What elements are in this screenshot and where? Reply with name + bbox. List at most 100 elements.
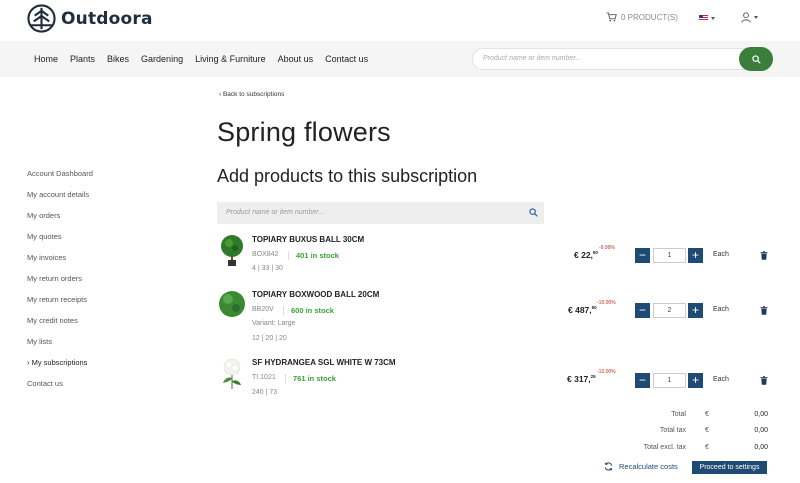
product-search-input[interactable]: Product name or item number... [217, 202, 544, 224]
total-excl-tax-value: 0,00 [754, 444, 768, 451]
discount-badge: -10.00% [597, 369, 616, 375]
product-row: SF HYDRANGEA SGL WHITE W 73CM TI.1021 76… [217, 356, 777, 416]
page-title: Spring flowers [217, 117, 391, 147]
product-price: € 22,50 [574, 250, 598, 260]
us-flag-icon [699, 15, 708, 21]
cart-icon [606, 12, 617, 22]
stock-status: 401 in stock [288, 251, 339, 260]
brand-name: Outdoora [61, 8, 153, 29]
sidebar-item-account-dashboard[interactable]: Account Dashboard [27, 168, 93, 189]
total-tax-label: Total tax [659, 427, 686, 434]
chevron-down-icon [711, 16, 715, 20]
boxwood-ball-product-image[interactable] [217, 288, 247, 322]
total-tax-currency: € [705, 427, 709, 434]
total-tax-value: 0,00 [754, 427, 768, 434]
product-sku: BB20V [252, 306, 274, 313]
price-cents: 50 [592, 250, 598, 255]
discount-badge: -9.99% [599, 245, 615, 251]
trash-icon[interactable] [760, 251, 768, 260]
product-price: € 487,50 [568, 305, 597, 315]
sidebar-item-orders[interactable]: My orders [27, 210, 93, 231]
sidebar-item-return-orders[interactable]: My return orders [27, 273, 93, 294]
sidebar-item-return-receipts[interactable]: My return receipts [27, 294, 93, 315]
header-search-placeholder: Product name or item number... [483, 55, 582, 62]
refresh-icon [604, 462, 613, 471]
back-to-subscriptions-link[interactable]: ‹ Back to subscriptions [219, 91, 284, 98]
nav-item-bikes[interactable]: Bikes [107, 54, 129, 64]
brand-logo[interactable]: Outdoora [27, 4, 153, 33]
product-search-placeholder: Product name or item number... [226, 209, 325, 216]
product-sku: TI.1021 [252, 374, 276, 381]
hydrangea-product-image[interactable] [217, 356, 247, 390]
top-bar: Outdoora 0 PRODUCT(S) [0, 0, 800, 41]
unit-label: Each [713, 251, 729, 258]
price-main: € 487, [568, 305, 592, 315]
quantity-decrease-button[interactable]: − [635, 373, 650, 388]
sidebar-item-account-details[interactable]: My account details [27, 189, 93, 210]
product-dimensions: 4 | 33 | 30 [252, 265, 283, 272]
quantity-decrease-button[interactable]: − [635, 248, 650, 263]
discount-badge: -10.00% [597, 300, 616, 306]
tree-logo-icon [27, 4, 56, 33]
product-price: € 317,25 [567, 374, 596, 384]
sidebar-item-credit-notes[interactable]: My credit notes [27, 315, 93, 336]
sidebar-item-invoices[interactable]: My invoices [27, 252, 93, 273]
total-value: 0,00 [754, 411, 768, 418]
trash-icon[interactable] [760, 376, 768, 385]
user-icon [741, 12, 751, 23]
price-main: € 317, [567, 374, 591, 384]
nav-item-about-us[interactable]: About us [278, 54, 314, 64]
quantity-increase-button[interactable]: + [688, 373, 703, 388]
sidebar-item-lists[interactable]: My lists [27, 336, 93, 357]
unit-label: Each [713, 306, 729, 313]
cart-count-label: 0 PRODUCT(S) [621, 12, 678, 22]
product-row: TOPIARY BUXUS BALL 30CM BOX842 401 in st… [217, 233, 777, 293]
product-dimensions: 12 | 20 | 20 [252, 335, 287, 342]
total-label: Total [671, 411, 686, 418]
header-search-input[interactable]: Product name or item number... [472, 48, 771, 70]
topiary-ball-product-image[interactable] [217, 233, 247, 267]
unit-label: Each [713, 376, 729, 383]
trash-icon[interactable] [760, 306, 768, 315]
nav-item-contact-us[interactable]: Contact us [325, 54, 368, 64]
sidebar-item-subscriptions[interactable]: › My subscriptions [27, 357, 93, 378]
product-name[interactable]: TOPIARY BUXUS BALL 30CM [252, 235, 364, 244]
total-excl-tax-label: Total excl. tax [643, 444, 686, 451]
nav-item-home[interactable]: Home [34, 54, 58, 64]
quantity-input[interactable]: 2 [653, 303, 686, 318]
language-selector[interactable] [699, 15, 715, 21]
section-title: Add products to this subscription [217, 166, 478, 186]
quantity-input[interactable]: 1 [653, 373, 686, 388]
product-sku: BOX842 [252, 251, 279, 258]
quantity-decrease-button[interactable]: − [635, 303, 650, 318]
recalculate-costs-label: Recalculate costs [619, 462, 678, 471]
price-cents: 50 [591, 305, 597, 310]
user-menu[interactable] [741, 12, 758, 23]
price-cents: 25 [590, 374, 596, 379]
nav-item-gardening[interactable]: Gardening [141, 54, 183, 64]
header-search-button[interactable] [739, 47, 773, 71]
main-nav: Home Plants Bikes Gardening Living & Fur… [34, 41, 380, 77]
total-excl-tax-currency: € [705, 444, 709, 451]
search-icon[interactable] [529, 208, 538, 217]
product-name[interactable]: SF HYDRANGEA SGL WHITE W 73CM [252, 358, 396, 367]
total-currency: € [705, 411, 709, 418]
nav-item-plants[interactable]: Plants [70, 54, 95, 64]
stock-status: 600 in stock [283, 306, 334, 315]
sidebar-item-contact-us[interactable]: Contact us [27, 378, 93, 399]
quantity-input[interactable]: 1 [653, 248, 686, 263]
cart-button[interactable]: 0 PRODUCT(S) [606, 12, 678, 22]
quantity-increase-button[interactable]: + [688, 248, 703, 263]
sidebar-item-quotes[interactable]: My quotes [27, 231, 93, 252]
stock-status: 761 in stock [285, 374, 336, 383]
quantity-increase-button[interactable]: + [688, 303, 703, 318]
chevron-down-icon [754, 16, 758, 19]
price-main: € 22, [574, 250, 593, 260]
product-name[interactable]: TOPIARY BOXWOOD BALL 20CM [252, 290, 379, 299]
product-row: TOPIARY BOXWOOD BALL 20CM BB20V 600 in s… [217, 288, 777, 348]
proceed-to-settings-button[interactable]: Proceed to settings [692, 461, 767, 474]
nav-item-living-furniture[interactable]: Living & Furniture [195, 54, 266, 64]
product-variant: Variant: Large [252, 320, 296, 327]
recalculate-costs-button[interactable]: Recalculate costs [604, 462, 678, 471]
search-icon [751, 54, 761, 64]
